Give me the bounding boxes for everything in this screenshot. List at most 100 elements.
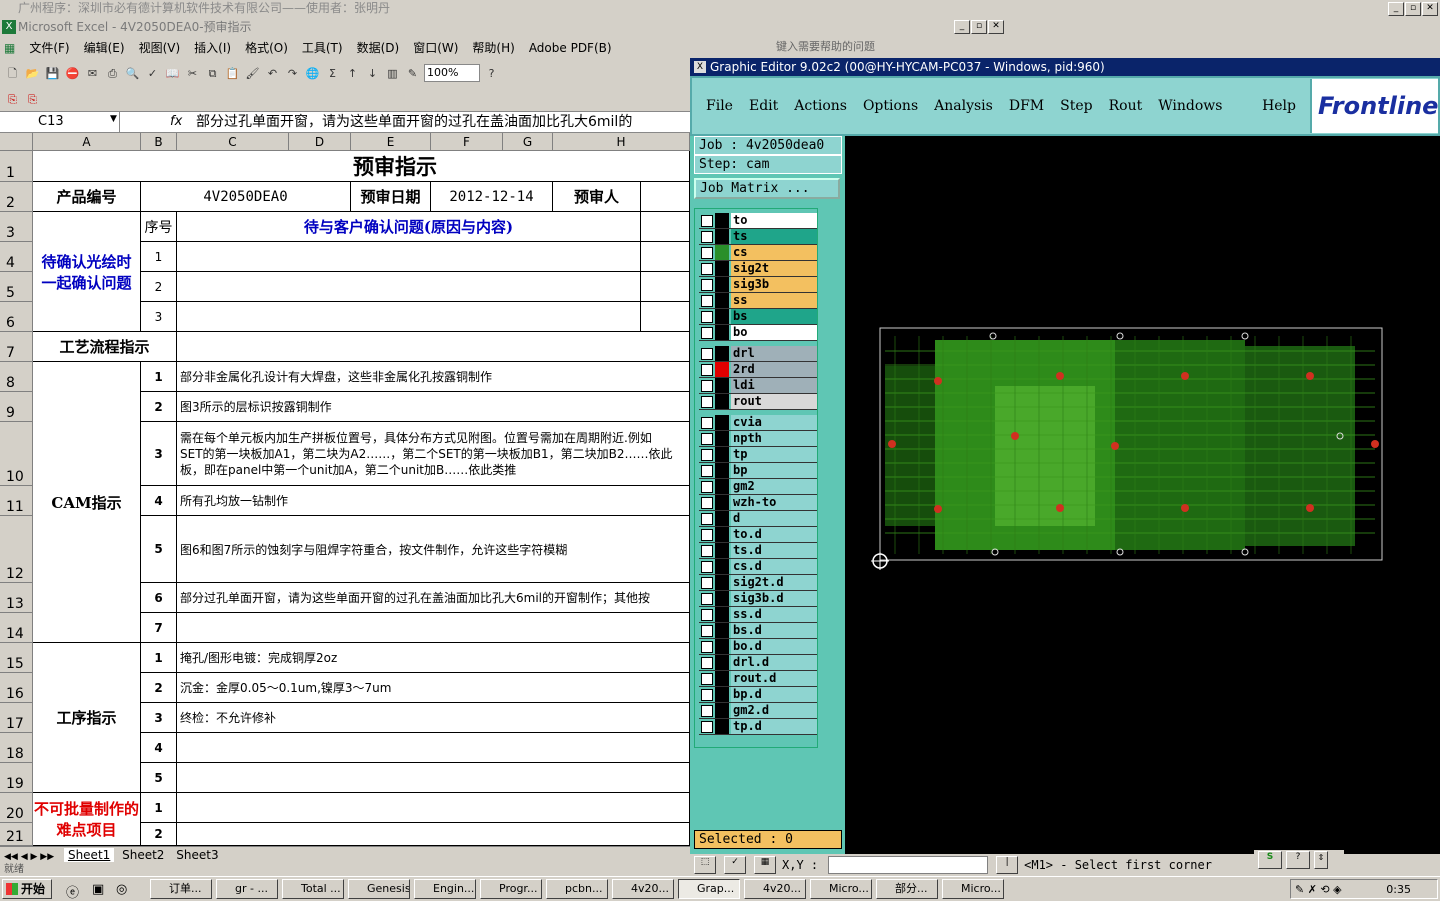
layer-checkbox[interactable]: [701, 432, 713, 445]
confirm-content[interactable]: [177, 302, 641, 332]
layer-checkbox[interactable]: [701, 464, 713, 477]
sort-descending-icon[interactable]: ↓: [364, 65, 381, 82]
fx-label[interactable]: fx: [170, 112, 182, 132]
menu-insert[interactable]: 插入(I): [194, 39, 231, 56]
layer-checkbox[interactable]: [701, 640, 713, 653]
confirm-content[interactable]: [177, 242, 641, 272]
layer-checkbox[interactable]: [701, 576, 713, 589]
confirm-num[interactable]: 3: [141, 302, 177, 332]
help-box-icon[interactable]: ?: [1286, 851, 1310, 869]
layer-row[interactable]: bs: [699, 309, 817, 325]
ge-menu-actions[interactable]: Actions: [794, 98, 847, 114]
layer-checkbox[interactable]: [701, 656, 713, 669]
column-header[interactable]: A: [33, 133, 141, 151]
layer-name[interactable]: bs.d: [731, 623, 817, 638]
layer-checkbox[interactable]: [701, 512, 713, 525]
check-icon[interactable]: ✓: [724, 856, 746, 874]
autosum-icon[interactable]: Σ: [324, 65, 341, 82]
layer-row[interactable]: ss: [699, 293, 817, 309]
layer-row[interactable]: rout: [699, 394, 817, 410]
quicklaunch-desktop-icon[interactable]: ▣: [92, 882, 104, 897]
layer-checkbox[interactable]: [701, 560, 713, 573]
sogou-icon[interactable]: S: [1258, 851, 1282, 869]
taskbar-item[interactable]: Engin...: [414, 879, 476, 899]
layer-row[interactable]: drl.d: [699, 655, 817, 671]
layer-checkbox[interactable]: [701, 672, 713, 685]
cell[interactable]: [641, 212, 690, 242]
cell[interactable]: [641, 242, 690, 272]
tab-sheet2[interactable]: Sheet2: [118, 848, 168, 862]
cam-text[interactable]: 图3所示的层标识按露铜制作: [177, 392, 690, 422]
row-header[interactable]: 12: [0, 516, 33, 583]
row-header[interactable]: 10: [0, 422, 33, 486]
menu-data[interactable]: 数据(D): [357, 39, 400, 56]
flow-header[interactable]: 工艺流程指示: [33, 332, 177, 362]
layer-row[interactable]: sig3b.d: [699, 591, 817, 607]
confirm-header[interactable]: 待与客户确认问题(原因与内容): [177, 212, 641, 242]
cell[interactable]: [641, 272, 690, 302]
layer-name[interactable]: to: [731, 213, 817, 228]
difficult-content[interactable]: [177, 793, 690, 823]
row-header[interactable]: 6: [0, 302, 33, 332]
layer-name[interactable]: drl: [731, 346, 817, 361]
layer-name[interactable]: npth: [731, 431, 817, 446]
formula-input[interactable]: 部分过孔单面开窗，请为这些单面开窗的过孔在盖油面加比孔大6mil的: [196, 112, 690, 132]
layer-checkbox[interactable]: [701, 379, 713, 392]
process-text[interactable]: [177, 733, 690, 763]
taskbar-item[interactable]: 4v20...: [612, 879, 674, 899]
ge-menu-windows[interactable]: Windows: [1158, 98, 1222, 114]
layer-checkbox[interactable]: [701, 448, 713, 461]
taskbar-item[interactable]: 4v20...: [744, 879, 806, 899]
help-search-input[interactable]: 键入需要帮助的问题: [776, 39, 952, 55]
process-text[interactable]: 沉金：金厚0.05～0.1um,镍厚3～7um: [177, 673, 690, 703]
format-painter-icon[interactable]: 🖌: [244, 65, 261, 82]
layer-name[interactable]: sig3b: [731, 277, 817, 292]
print-preview-icon[interactable]: 🔍: [124, 65, 141, 82]
layer-checkbox[interactable]: [701, 246, 713, 259]
paste-icon[interactable]: 📋: [224, 65, 241, 82]
layer-name[interactable]: to.d: [731, 527, 817, 542]
column-header[interactable]: F: [431, 133, 503, 151]
layer-name[interactable]: cvia: [731, 415, 817, 430]
difficult-label[interactable]: 不可批量制作的难点项目: [33, 793, 141, 846]
layer-name[interactable]: wzh-to: [731, 495, 817, 510]
name-box-dropdown-icon[interactable]: ▼: [110, 114, 117, 124]
layer-name[interactable]: cs: [731, 245, 817, 260]
confirm-num[interactable]: 1: [141, 242, 177, 272]
layer-row[interactable]: to: [699, 213, 817, 229]
layer-name[interactable]: d: [731, 511, 817, 526]
minimize-button[interactable]: _: [1388, 2, 1404, 16]
difficult-num[interactable]: 1: [141, 793, 177, 823]
process-text[interactable]: 掩孔/图形电镀：完成铜厚2oz: [177, 643, 690, 673]
layer-checkbox[interactable]: [701, 528, 713, 541]
cam-text[interactable]: [177, 613, 690, 643]
cam-num[interactable]: 7: [141, 613, 177, 643]
reviewer-label[interactable]: 预审人: [553, 182, 641, 212]
layer-row[interactable]: ts.d: [699, 543, 817, 559]
confirm-content[interactable]: [177, 272, 641, 302]
difficult-content[interactable]: [177, 823, 690, 846]
layer-row[interactable]: bs.d: [699, 623, 817, 639]
product-label[interactable]: 产品编号: [33, 182, 141, 212]
pcb-canvas[interactable]: [845, 136, 1440, 852]
row-header[interactable]: 20: [0, 793, 33, 823]
layer-name[interactable]: drl.d: [731, 655, 817, 670]
layer-checkbox[interactable]: [701, 326, 713, 339]
zoom-select[interactable]: 100%: [424, 64, 480, 82]
seq-header[interactable]: 序号: [141, 212, 177, 242]
process-text[interactable]: 终检：不允许修补: [177, 703, 690, 733]
tab-sheet3[interactable]: Sheet3: [172, 848, 222, 862]
confirm-num[interactable]: 2: [141, 272, 177, 302]
cam-text[interactable]: 部分非金属化孔设计有大焊盘，这些非金属化孔按露铜制作: [177, 362, 690, 392]
menu-tools[interactable]: 工具(T): [302, 39, 343, 56]
grid-icon[interactable]: ▦: [754, 856, 776, 874]
menu-adobe-pdf[interactable]: Adobe PDF(B): [529, 41, 612, 55]
layer-name[interactable]: ts: [731, 229, 817, 244]
layer-row[interactable]: 2rd: [699, 362, 817, 378]
layer-name[interactable]: rout: [731, 394, 817, 409]
row-header[interactable]: 16: [0, 673, 33, 703]
layer-row[interactable]: ldi: [699, 378, 817, 394]
row-header[interactable]: 5: [0, 272, 33, 302]
layer-row[interactable]: drl: [699, 346, 817, 362]
layer-row[interactable]: d: [699, 511, 817, 527]
